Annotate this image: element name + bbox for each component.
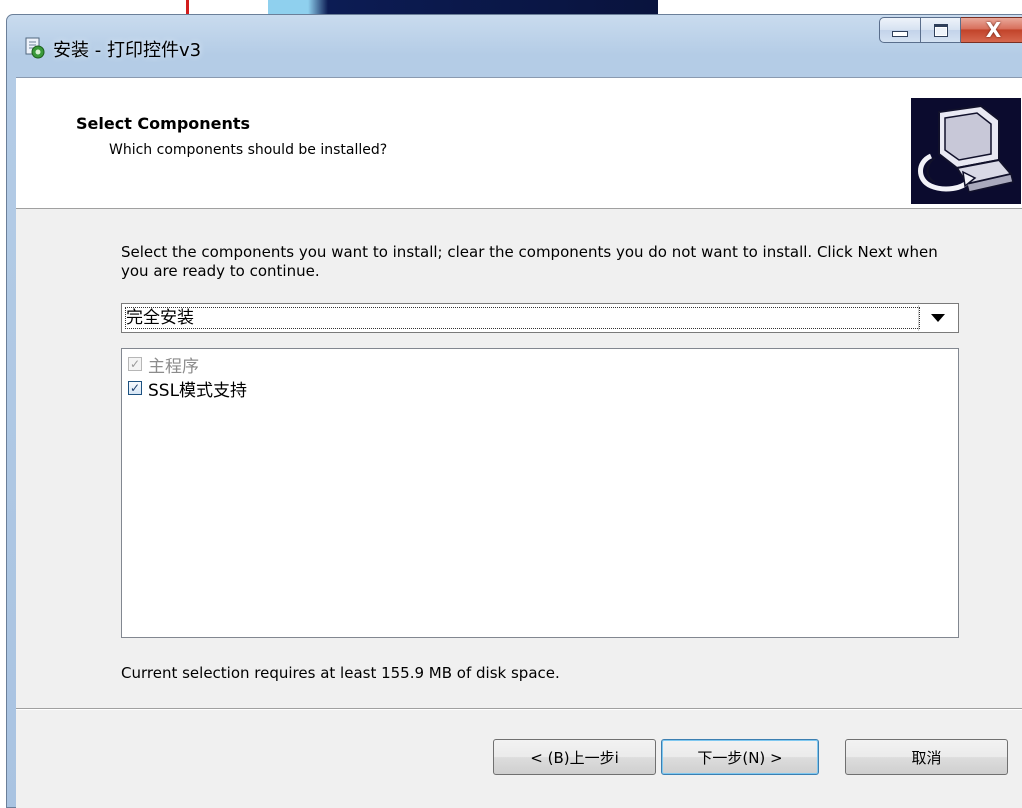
instructions-text: Select the components you want to instal… xyxy=(121,243,938,280)
setup-type-dropdown[interactable]: 完全安装 xyxy=(121,303,959,333)
list-item: ✓ 主程序 xyxy=(128,352,199,377)
installer-window: 安装 - 打印控件v3 X Select Components Which co… xyxy=(6,14,1022,808)
back-button[interactable]: < (B)上一步i xyxy=(493,739,656,775)
computer-install-icon xyxy=(911,98,1021,204)
component-checkbox: ✓ xyxy=(128,357,142,371)
footer-divider xyxy=(16,708,1022,710)
cancel-button[interactable]: 取消 xyxy=(845,739,1008,775)
dropdown-arrow-button[interactable] xyxy=(918,305,957,331)
window-title: 安装 - 打印控件v3 xyxy=(53,40,202,61)
close-icon: X xyxy=(985,18,1002,42)
maximize-icon xyxy=(933,23,948,37)
next-button[interactable]: 下一步(N) > xyxy=(661,739,819,775)
wizard-header: Select Components Which components shoul… xyxy=(16,78,1022,209)
setup-type-value: 完全安装 xyxy=(125,307,920,329)
caption-buttons: X xyxy=(879,17,1022,45)
title-bar[interactable]: 安装 - 打印控件v3 X xyxy=(7,15,1022,77)
list-item[interactable]: ✓ SSL模式支持 xyxy=(128,376,247,401)
page-title: Select Components xyxy=(76,114,251,133)
components-list[interactable]: ✓ 主程序 ✓ SSL模式支持 xyxy=(121,348,959,638)
wizard-client-area: Select Components Which components shoul… xyxy=(16,77,1022,808)
component-label[interactable]: SSL模式支持 xyxy=(148,376,247,401)
chevron-down-icon xyxy=(931,314,945,322)
disk-space-text: Current selection requires at least 155.… xyxy=(121,664,560,682)
component-checkbox[interactable]: ✓ xyxy=(128,381,142,395)
maximize-button[interactable] xyxy=(921,17,961,43)
minimize-button[interactable] xyxy=(879,17,921,43)
component-label: 主程序 xyxy=(148,356,199,377)
installer-icon xyxy=(25,37,45,59)
minimize-icon xyxy=(892,31,908,37)
page-subtitle: Which components should be installed? xyxy=(109,142,388,158)
close-button[interactable]: X xyxy=(961,17,1022,43)
